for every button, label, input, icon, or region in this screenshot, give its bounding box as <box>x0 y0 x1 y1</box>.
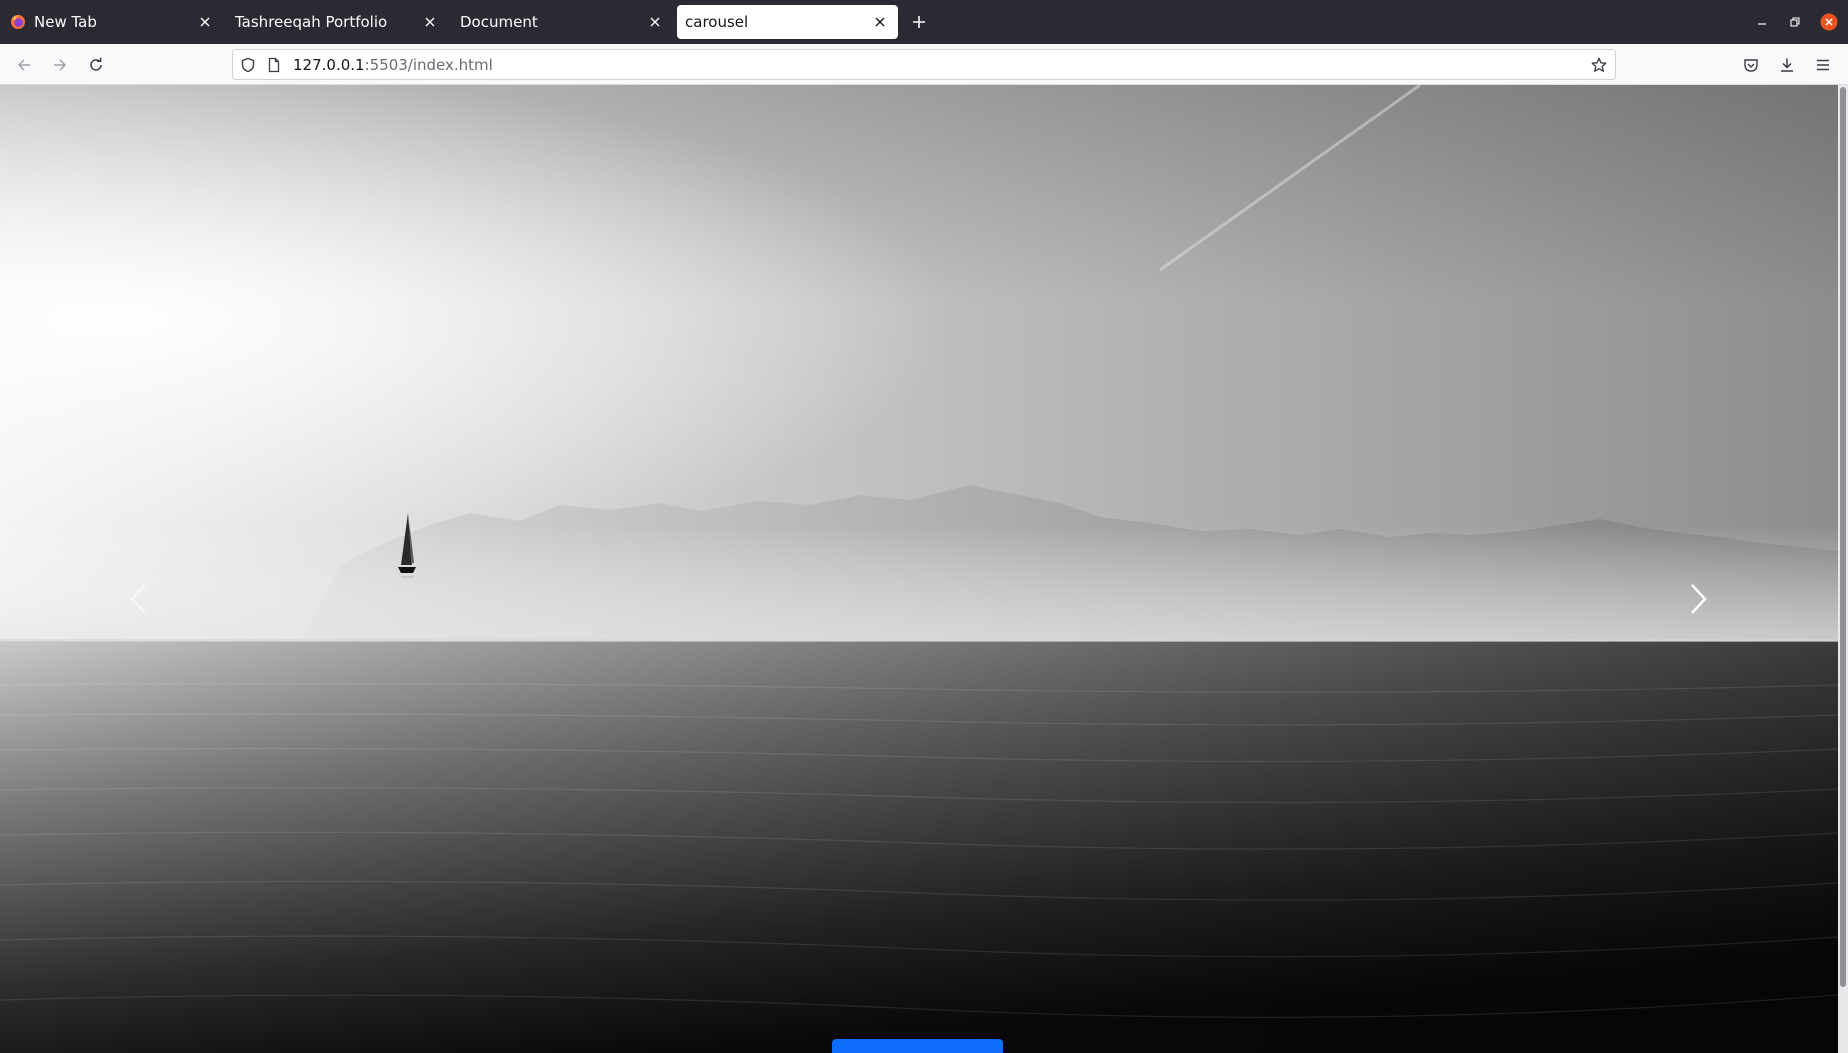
restore-button[interactable] <box>1784 11 1806 33</box>
primary-action-button[interactable] <box>832 1039 1003 1053</box>
back-button[interactable] <box>11 52 37 78</box>
carousel-prev-button[interactable] <box>104 559 174 639</box>
chevron-right-icon <box>1691 584 1707 614</box>
url-text[interactable]: 127.0.0.1:5503/index.html <box>293 56 493 74</box>
page-viewport <box>0 85 1838 1053</box>
forward-button[interactable] <box>47 52 73 78</box>
star-icon[interactable] <box>1590 56 1608 74</box>
close-tab-icon[interactable] <box>647 14 663 30</box>
downloads-button[interactable] <box>1774 52 1800 78</box>
tab-title: New Tab <box>34 13 97 31</box>
firefox-icon <box>10 14 26 30</box>
tab-carousel[interactable]: carousel <box>677 5 898 39</box>
address-bar[interactable]: 127.0.0.1:5503/index.html <box>232 49 1616 80</box>
close-window-button[interactable] <box>1818 11 1840 33</box>
reload-button[interactable] <box>83 52 109 78</box>
navigation-toolbar: 127.0.0.1:5503/index.html <box>0 44 1848 85</box>
close-tab-icon[interactable] <box>872 14 888 30</box>
app-menu-button[interactable] <box>1810 52 1836 78</box>
tab-title: Document <box>460 13 538 31</box>
tab-strip: New Tab Tashreeqah Portfolio Document ca… <box>0 0 1848 44</box>
tab-tashreeqah-portfolio[interactable]: Tashreeqah Portfolio <box>227 5 448 39</box>
minimize-icon <box>1758 23 1766 25</box>
vertical-scrollbar[interactable] <box>1838 85 1848 1053</box>
restore-icon <box>1790 17 1800 27</box>
close-tab-icon[interactable] <box>197 14 213 30</box>
tab-title: Tashreeqah Portfolio <box>235 13 388 31</box>
url-host: 127.0.0.1 <box>293 56 365 74</box>
shield-icon[interactable] <box>239 56 257 74</box>
pocket-icon <box>1744 59 1758 72</box>
hamburger-menu-icon <box>1817 59 1829 71</box>
tab-document[interactable]: Document <box>452 5 673 39</box>
new-tab-button[interactable] <box>908 11 930 33</box>
plus-icon <box>913 16 925 28</box>
url-path: :5503/index.html <box>364 56 493 74</box>
page-icon[interactable] <box>265 56 283 74</box>
close-window-icon <box>1820 13 1838 31</box>
close-tab-icon[interactable] <box>422 14 438 30</box>
minimize-button[interactable] <box>1751 11 1773 33</box>
arrow-left-icon <box>17 59 30 71</box>
scrollbar-thumb[interactable] <box>1840 87 1846 987</box>
carousel-slide-image <box>0 85 1838 1053</box>
download-icon <box>1781 58 1793 72</box>
tab-title: carousel <box>685 13 749 31</box>
tab-new-tab[interactable]: New Tab <box>2 5 223 39</box>
carousel-next-button[interactable] <box>1663 559 1733 639</box>
chevron-left-icon <box>130 584 146 614</box>
pocket-button[interactable] <box>1738 52 1764 78</box>
reload-icon <box>90 57 102 71</box>
arrow-right-icon <box>54 59 67 71</box>
